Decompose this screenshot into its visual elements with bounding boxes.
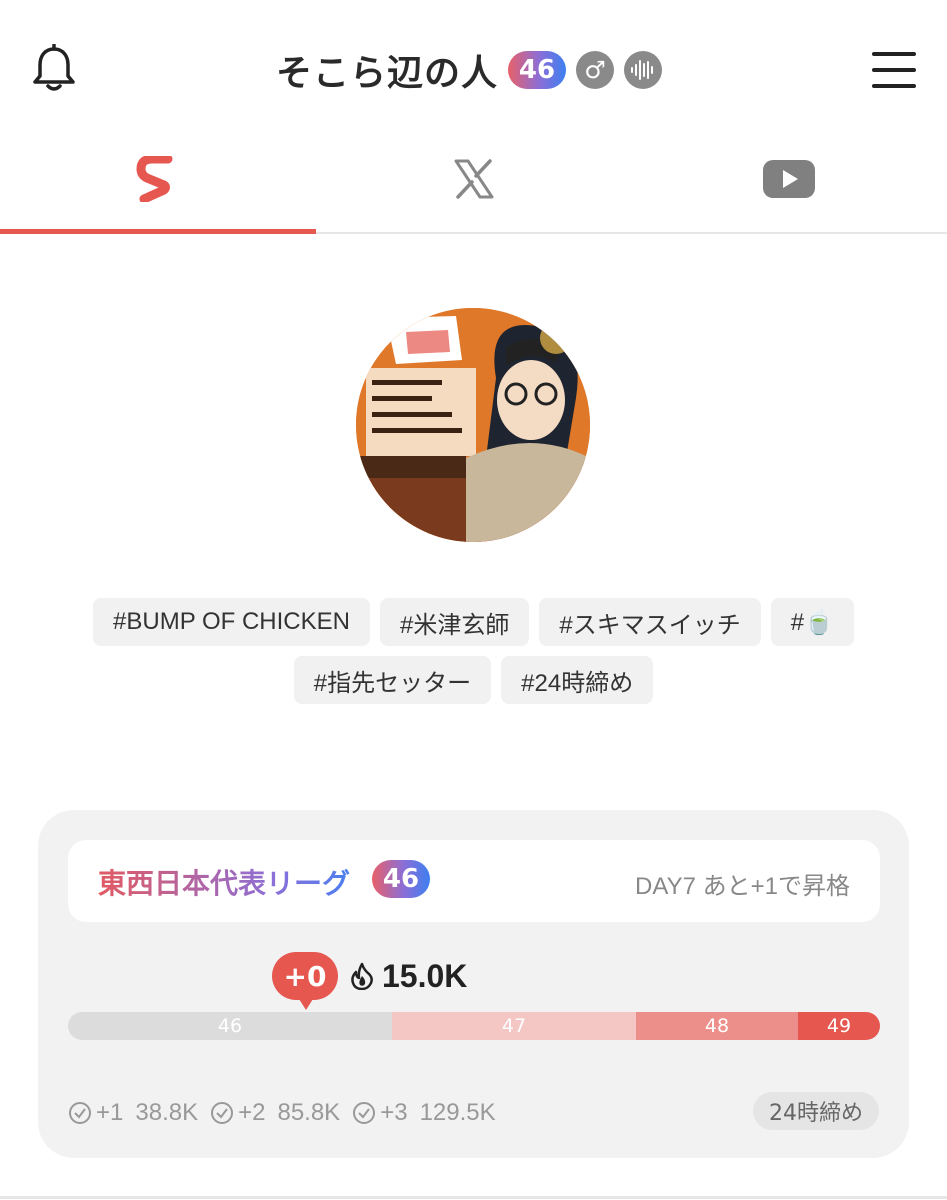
avatar[interactable] (356, 308, 590, 542)
tag-list: #BUMP OF CHICKEN #米津玄師 #スキマスイッチ #🍵 #指先セッ… (40, 598, 907, 704)
threshold-label: +2 (238, 1099, 266, 1126)
progress-segment: 46 (68, 1012, 392, 1040)
league-header[interactable]: 東西日本代表リーグ 46 DAY7 あと+1で昇格 (68, 840, 880, 922)
threshold-value: 85.8K (277, 1099, 341, 1126)
profile-title-group: そこら辺の人 46 ♂ (276, 44, 663, 96)
score-value: 15.0K (382, 957, 468, 994)
tag-chip[interactable]: #スキマスイッチ (539, 598, 761, 646)
bell-icon[interactable] (30, 43, 78, 94)
league-card[interactable]: 東西日本代表リーグ 46 DAY7 あと+1で昇格 +0 15.0K 46 47… (38, 810, 909, 1158)
tag-chip[interactable]: #🍵 (770, 598, 854, 646)
deadline-badge: 24時締め (753, 1092, 879, 1130)
tag-chip[interactable]: #BUMP OF CHICKEN (93, 598, 370, 646)
league-name: 東西日本代表リーグ (98, 862, 350, 902)
voice-waveform-icon[interactable] (624, 51, 663, 89)
hamburger-menu-icon[interactable] (870, 48, 918, 92)
x-logo-icon (454, 159, 493, 199)
tag-chip[interactable]: #米津玄師 (379, 598, 530, 646)
delta-bubble: +0 (272, 952, 338, 1010)
social-tabs (0, 126, 947, 234)
tag-chip[interactable]: #指先セッター (293, 656, 492, 704)
threshold-item: +1 38.8K (68, 1099, 198, 1127)
male-icon: ♂ (576, 51, 615, 89)
tab-x-logo[interactable] (316, 126, 632, 232)
score-display: 15.0K (350, 956, 467, 996)
app-header: そこら辺の人 46 ♂ (0, 0, 947, 140)
threshold-item: +3 129.5K (352, 1099, 496, 1127)
threshold-label: +1 (96, 1099, 124, 1126)
progress-segment: 48 (636, 1012, 798, 1040)
tab-youtube-logo[interactable] (631, 126, 947, 232)
threshold-item: +2 85.8K (210, 1099, 340, 1127)
threshold-value: 38.8K (135, 1099, 199, 1126)
sokora-s-logo-icon (136, 156, 173, 202)
page-title: そこら辺の人 (276, 53, 499, 94)
youtube-logo-icon (763, 160, 816, 198)
check-circle-icon (211, 1102, 234, 1124)
level-badge: 46 (508, 51, 567, 89)
progress-segment: 49 (798, 1012, 880, 1040)
tag-chip[interactable]: #24時締め (501, 656, 654, 704)
check-circle-icon (353, 1102, 376, 1124)
threshold-list: +1 38.8K +2 85.8K +3 129.5K (68, 1096, 496, 1130)
league-progress-bar: 46 47 48 49 (68, 1012, 880, 1040)
league-level-badge: 46 (372, 860, 430, 898)
divider (0, 1196, 947, 1199)
league-status: DAY7 あと+1で昇格 (635, 873, 850, 900)
tab-sokora-s-logo[interactable] (0, 126, 316, 234)
check-circle-icon (69, 1102, 91, 1124)
threshold-value: 129.5K (419, 1099, 496, 1126)
threshold-label: +3 (380, 1099, 408, 1126)
flame-icon (351, 962, 373, 990)
progress-segment: 47 (392, 1012, 636, 1040)
